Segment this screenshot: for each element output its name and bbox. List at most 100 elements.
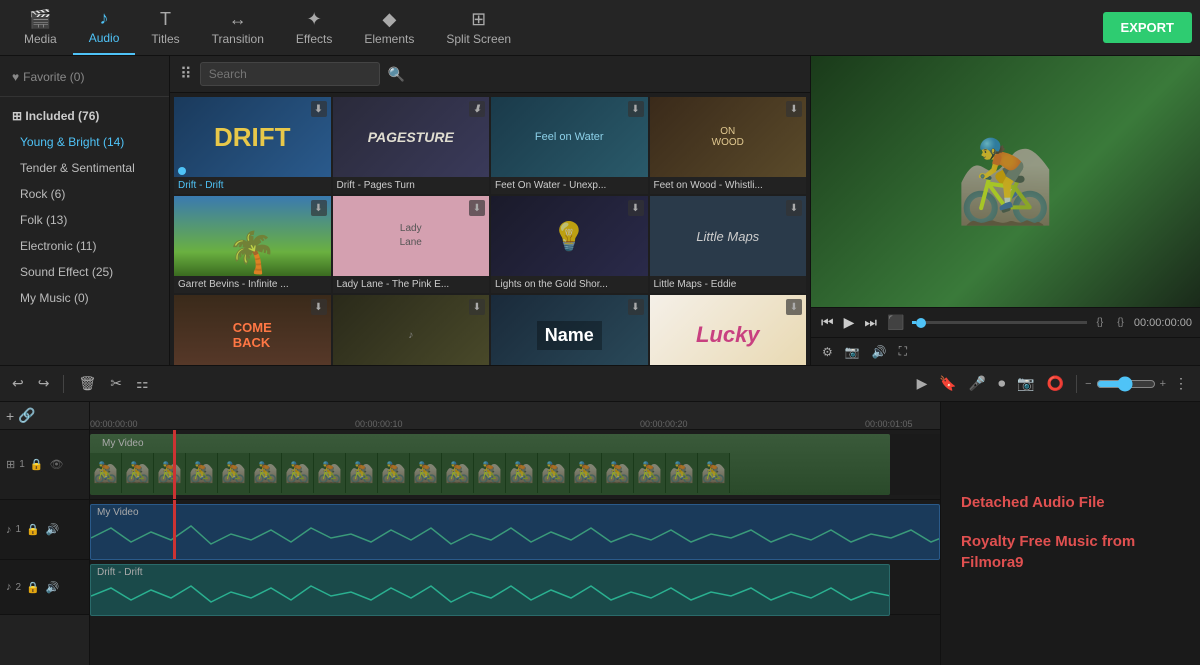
media-card-lights[interactable]: 💡 ⬇ Lights on the Gold Shor... — [491, 196, 648, 293]
search-button[interactable]: 🔍 — [388, 66, 405, 83]
search-input[interactable] — [200, 62, 380, 86]
sidebar-favorite[interactable]: ♥ Favorite (0) — [0, 64, 169, 90]
tl-redo-button[interactable]: ↪ — [34, 373, 54, 394]
nav-elements[interactable]: ◆ Elements — [348, 0, 430, 55]
export-button[interactable]: EXPORT — [1103, 12, 1192, 43]
media-card-pages[interactable]: PAGESTURE ⬇ Drift - Pages Turn — [333, 97, 490, 194]
media-card-garret[interactable]: 🌴 ⬇ Garret Bevins - Infinite ... — [174, 196, 331, 293]
ruler-spacer: + 🔗 — [0, 402, 89, 430]
nav-titles[interactable]: T Titles — [135, 0, 195, 55]
sidebar-folk[interactable]: Folk (13) — [0, 207, 169, 233]
name-download-icon[interactable]: ⬇ — [628, 299, 644, 315]
sidebar: ♥ Favorite (0) ⊞ Included (76) Young & B… — [0, 56, 170, 365]
media-card-feet-water[interactable]: Feel on Water ⬇ Feet On Water - Unexp... — [491, 97, 648, 194]
nav-split-screen[interactable]: ⊞ Split Screen — [430, 0, 527, 55]
sidebar-electronic[interactable]: Electronic (11) — [0, 233, 169, 259]
video-eye-button[interactable]: 👁 — [48, 457, 64, 472]
tracks-and-labels: 00:00:00:00 00:00:00:10 00:00:00:20 00:0… — [90, 402, 1200, 665]
tl-record-button[interactable]: ⏺ — [994, 373, 1009, 394]
garret-download-icon[interactable]: ⬇ — [311, 200, 327, 216]
sidebar-my-music[interactable]: My Music (0) — [0, 285, 169, 311]
audio2-lock-button[interactable]: 🔒 — [25, 580, 41, 595]
content-area: ⠿ 🔍 DRIFT ⬇ Drift - Drift PAGESTURE ⬇ Dr… — [170, 56, 810, 365]
tl-delete-button[interactable]: 🗑 — [74, 373, 100, 394]
media-card-little[interactable]: Little Maps ⬇ Little Maps - Eddie — [650, 196, 807, 293]
audio1-mute-button[interactable]: 🔊 — [45, 522, 61, 537]
video-clip-label: My Video — [96, 438, 150, 449]
tl-camera-tl-button[interactable]: 📷 — [1013, 373, 1038, 394]
media-card-comeback[interactable]: COMEBACK ⬇ Come Back — [174, 295, 331, 365]
tl-play-button[interactable]: ▶ — [913, 373, 932, 394]
sidebar-young-bright[interactable]: Young & Bright (14) — [0, 129, 169, 155]
preview-bottom-bar: ⚙ 📷 🔊 ⛶ — [811, 337, 1200, 365]
preview-settings-button[interactable]: ⚙ — [819, 343, 836, 361]
audio2-clip[interactable]: Drift - Drift — [90, 564, 890, 616]
pages-download-icon[interactable]: ⬇ — [469, 101, 485, 117]
video-frame-11: 🚵 — [410, 453, 442, 493]
zoom-minus-icon: − — [1085, 378, 1091, 390]
tl-mic-button[interactable]: 🎤 — [965, 373, 990, 394]
lights-download-icon[interactable]: ⬇ — [628, 200, 644, 216]
audio1-lock-button[interactable]: 🔒 — [25, 522, 41, 537]
tl-more-button[interactable]: ⋮ — [1170, 373, 1192, 394]
media-card-name[interactable]: Name ⬇ Name — [491, 295, 648, 365]
feet-water-download-icon[interactable]: ⬇ — [628, 101, 644, 117]
video-lock-button[interactable]: 🔒 — [29, 457, 45, 472]
preview-volume-button[interactable]: 🔊 — [869, 343, 890, 361]
effects-icon: ✦ — [307, 9, 322, 30]
tl-bookmark-button[interactable]: 🔖 — [935, 373, 960, 394]
next-frame-button[interactable]: ⏭ — [862, 312, 879, 333]
right-labels: Detached Audio File Royalty Free Music f… — [940, 402, 1200, 665]
preview-camera-button[interactable]: 📷 — [842, 343, 863, 361]
media-card-lady[interactable]: LadyLane ⬇ Lady Lane - The Pink E... — [333, 196, 490, 293]
preview-fullscreen-button[interactable]: ⛶ — [896, 342, 910, 361]
zoom-slider[interactable] — [1096, 376, 1156, 392]
progress-track[interactable] — [912, 321, 1086, 324]
link-track-button[interactable]: 🔗 — [18, 407, 35, 424]
row3b-download-icon[interactable]: ⬇ — [469, 299, 485, 315]
add-track-button[interactable]: + — [6, 408, 14, 424]
royalty-music-label: Royalty Free Music from Filmora9 — [961, 531, 1180, 573]
little-thumb: Little Maps ⬇ — [650, 196, 807, 276]
sidebar-included[interactable]: ⊞ Included (76) — [0, 103, 169, 129]
tl-tracks: 00:00:00:00 00:00:00:10 00:00:00:20 00:0… — [90, 402, 940, 665]
media-card-lucky[interactable]: Lucky ⬇ Lucky — [650, 295, 807, 365]
prev-frame-button[interactable]: ⏮ — [819, 312, 836, 333]
media-card-drift[interactable]: DRIFT ⬇ Drift - Drift — [174, 97, 331, 194]
nav-transition[interactable]: ↔ Transition — [196, 0, 280, 55]
little-download-icon[interactable]: ⬇ — [786, 200, 802, 216]
main-area: ♥ Favorite (0) ⊞ Included (76) Young & B… — [0, 56, 1200, 365]
stop-button[interactable]: ⬛ — [885, 312, 906, 333]
sidebar-rock[interactable]: Rock (6) — [0, 181, 169, 207]
video-clip[interactable]: My Video 🚵 🚵 🚵 🚵 🚵 🚵 🚵 🚵 🚵 🚵 — [90, 434, 890, 495]
tl-separator-2 — [1076, 375, 1077, 393]
media-card-row3b[interactable]: ♪ ⬇ Track — [333, 295, 490, 365]
sidebar-sound-effect[interactable]: Sound Effect (25) — [0, 259, 169, 285]
grid-view-button[interactable]: ⠿ — [180, 64, 192, 84]
nav-media[interactable]: 🎬 Media — [8, 0, 73, 55]
media-card-feet-wood[interactable]: ONWOOD ⬇ Feet on Wood - Whistli... — [650, 97, 807, 194]
row3b-text: ♪ — [408, 330, 413, 341]
top-nav: 🎬 Media ♪ Audio T Titles ↔ Transition ✦ … — [0, 0, 1200, 56]
audio1-clip[interactable]: My Video — [90, 504, 940, 560]
download-icon[interactable]: ⬇ — [311, 101, 327, 117]
tl-separator-1 — [63, 375, 64, 393]
audio2-mute-button[interactable]: 🔊 — [45, 580, 61, 595]
tl-cut-button[interactable]: ✂ — [106, 373, 126, 394]
lucky-download-icon[interactable]: ⬇ — [786, 299, 802, 315]
tl-circle-button[interactable]: ⭕ — [1043, 373, 1068, 394]
red-playhead-video — [173, 430, 176, 499]
zoom-plus-icon: + — [1160, 378, 1166, 390]
nav-effects[interactable]: ✦ Effects — [280, 0, 348, 55]
tl-filter-button[interactable]: ⚏ — [132, 373, 153, 394]
tl-undo-button[interactable]: ↩ — [8, 373, 28, 394]
comeback-download-icon[interactable]: ⬇ — [311, 299, 327, 315]
lady-download-icon[interactable]: ⬇ — [469, 200, 485, 216]
nav-audio[interactable]: ♪ Audio — [73, 0, 136, 55]
play-button[interactable]: ▶ — [842, 312, 857, 333]
drift-title-text: DRIFT — [214, 122, 291, 153]
feet-wood-download-icon[interactable]: ⬇ — [786, 101, 802, 117]
little-label: Little Maps - Eddie — [650, 276, 807, 293]
tl-ruler: 00:00:00:00 00:00:00:10 00:00:00:20 00:0… — [90, 402, 940, 430]
sidebar-tender[interactable]: Tender & Sentimental — [0, 155, 169, 181]
